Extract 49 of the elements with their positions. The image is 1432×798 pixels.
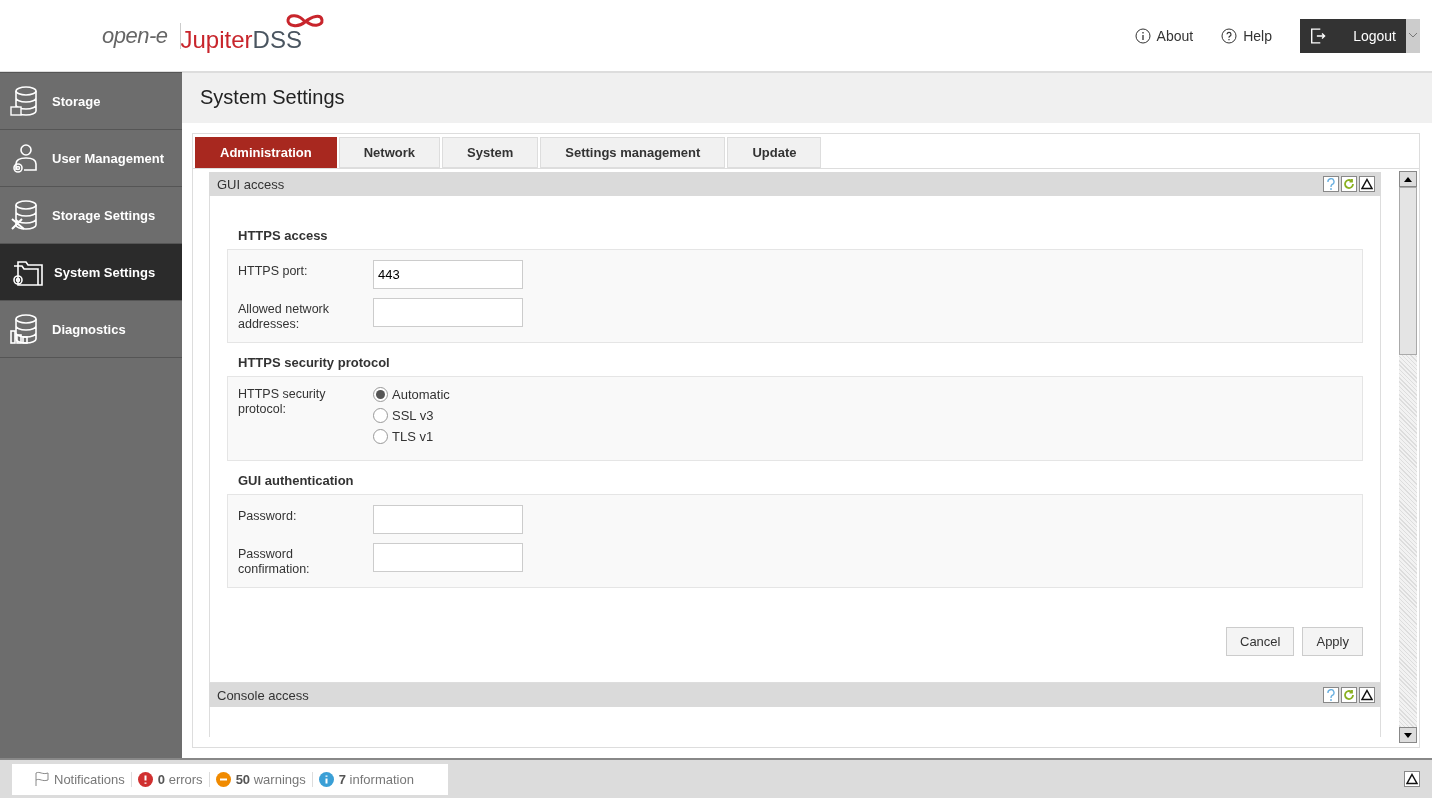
form-button[interactable]: Cancel xyxy=(1226,627,1295,656)
field-label: HTTPS security protocol: xyxy=(238,387,327,417)
header-link[interactable]: About xyxy=(1134,27,1194,44)
notification-count[interactable]: 0 errors xyxy=(157,771,203,787)
section-title: HTTPS security protocol xyxy=(237,354,391,372)
chevron-down-icon xyxy=(1409,33,1417,38)
notification-count[interactable]: 50 warnings xyxy=(235,771,306,787)
tab[interactable]: Update xyxy=(727,137,822,168)
field-label: Allowed network addresses: xyxy=(238,301,330,332)
input-field[interactable] xyxy=(373,543,523,572)
help-icon xyxy=(1221,27,1238,44)
flag-icon xyxy=(34,771,50,787)
logout-icon xyxy=(1310,25,1328,46)
header-link[interactable]: Help xyxy=(1221,27,1272,44)
notification-count[interactable]: 7 information xyxy=(338,771,414,787)
collapse-button[interactable] xyxy=(1359,176,1375,192)
tab[interactable]: Settings management xyxy=(540,137,726,168)
tab[interactable]: Network xyxy=(338,137,441,168)
section-title: HTTPS access xyxy=(237,227,329,245)
collapse-button[interactable] xyxy=(1359,687,1375,703)
panel-header[interactable]: Console access xyxy=(209,683,1381,707)
input-field[interactable]: 443 xyxy=(373,260,523,289)
sidebar-item[interactable]: System Settings xyxy=(0,244,182,301)
form-button[interactable]: Apply xyxy=(1302,627,1363,656)
logout-button[interactable]: Logout xyxy=(1300,18,1406,53)
notifications-label[interactable]: Notifications xyxy=(54,771,125,787)
input-field[interactable] xyxy=(373,298,523,327)
section-title: GUI authentication xyxy=(237,472,355,490)
expand-button[interactable] xyxy=(1404,771,1420,787)
info-icon xyxy=(1134,27,1151,44)
field-label: HTTPS port: xyxy=(238,263,309,279)
page-title: System Settings xyxy=(182,73,1432,123)
radio-option[interactable]: TLS v1 xyxy=(373,429,450,444)
radio-option[interactable]: Automatic xyxy=(373,387,450,402)
tab[interactable]: System xyxy=(442,137,539,168)
scroll-up-icon xyxy=(1404,176,1412,182)
help-button[interactable] xyxy=(1323,176,1339,192)
brand-logo-text: open-e xyxy=(102,22,181,49)
help-button[interactable] xyxy=(1323,687,1339,703)
scroll-down-icon xyxy=(1404,732,1412,738)
field-label: Password: xyxy=(238,508,298,524)
input-field[interactable] xyxy=(373,505,523,534)
radio-option[interactable]: SSL v3 xyxy=(373,408,450,423)
field-label: Password confirmation: xyxy=(238,546,311,577)
tab[interactable]: Administration xyxy=(195,137,337,168)
panel-header[interactable]: GUI access xyxy=(209,172,1381,196)
panel-title: GUI access xyxy=(217,176,285,192)
product-logo-text: JupiterDSS xyxy=(180,25,302,54)
panel-title: Console access xyxy=(217,687,309,703)
